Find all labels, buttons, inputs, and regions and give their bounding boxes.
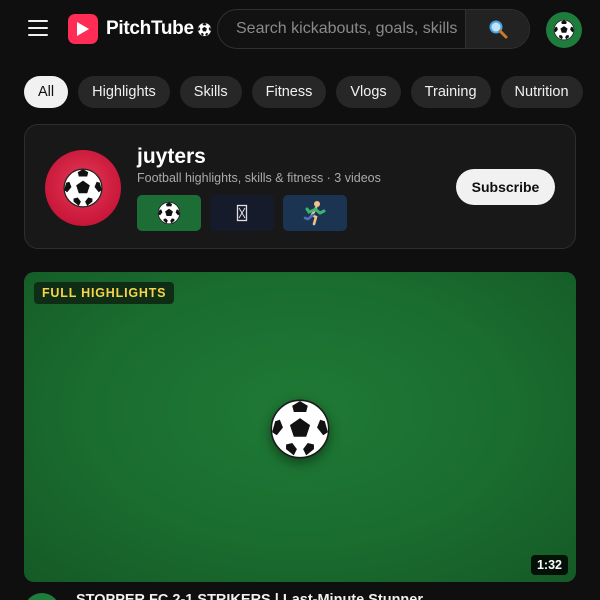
category-chips: All Highlights Skills Fitness Vlogs Trai… [24,76,600,108]
chip-vlogs[interactable]: Vlogs [336,76,401,108]
channel-name[interactable]: juyters [137,145,206,169]
soccer-ball-icon [63,168,103,208]
channel-description: Football highlights, skills & fitness · … [137,171,381,185]
runner-icon [303,201,326,226]
video-thumbnail[interactable]: FULL HIGHLIGHTS 1:32 [24,272,576,582]
chip-highlights[interactable]: Highlights [78,76,170,108]
chip-training[interactable]: Training [410,76,491,108]
search-input[interactable] [218,10,465,48]
soccer-ball-icon [197,21,212,37]
logo-text: PitchTube [106,18,194,39]
chip-fitness[interactable]: Fitness [251,76,327,108]
channel-video-previews [137,195,347,231]
soccer-ball-icon [270,399,330,459]
menu-button[interactable] [26,18,50,38]
soccer-ball-icon [157,201,181,225]
search-button[interactable] [465,10,529,48]
chip-skills[interactable]: Skills [179,76,242,108]
missing-glyph-icon [236,204,248,222]
video-title[interactable]: STOPPER FC 2-1 STRIKERS | Last-Minute St… [76,592,423,600]
mini-thumbnail[interactable] [137,195,201,231]
play-icon [68,14,98,44]
search-bar [217,9,530,49]
hamburger-menu-icon [28,20,48,22]
subscribe-button[interactable]: Subscribe [456,169,555,205]
video-badge: FULL HIGHLIGHTS [34,282,175,304]
mini-thumbnail[interactable] [283,195,347,231]
chip-all[interactable]: All [24,76,69,108]
chip-nutrition[interactable]: Nutrition [500,76,583,108]
video-duration: 1:32 [530,555,568,575]
magnifying-glass-icon [489,20,507,39]
account-avatar[interactable] [546,12,582,48]
top-bar: PitchTube [0,0,600,58]
video-channel-avatar[interactable] [24,593,60,600]
channel-avatar[interactable] [45,150,121,226]
mini-thumbnail[interactable] [210,195,274,231]
logo-link[interactable]: PitchTube [68,14,212,44]
channel-card: juyters Football highlights, skills & fi… [24,124,576,249]
soccer-ball-icon [553,19,575,41]
